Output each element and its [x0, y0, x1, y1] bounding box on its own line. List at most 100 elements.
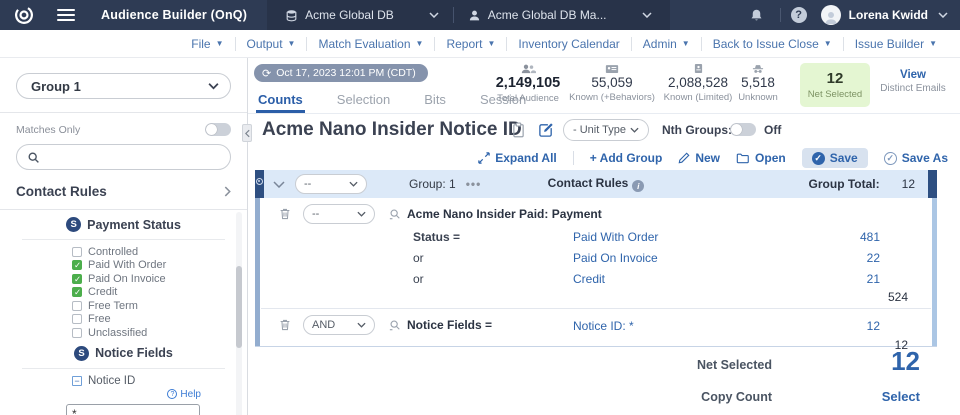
menu-admin[interactable]: Admin▼	[631, 37, 701, 51]
rule-operator-select[interactable]: --	[303, 204, 375, 224]
group-menu-dots[interactable]: •••	[466, 177, 482, 191]
tab-selection[interactable]: Selection	[335, 92, 392, 113]
sidebar-collapse-handle[interactable]	[242, 124, 252, 142]
topbar-right: ? Lorena Kwidd	[744, 5, 960, 25]
condition-row: or Credit 21	[255, 268, 937, 289]
matches-only-toggle[interactable]	[205, 123, 231, 136]
save-as-button[interactable]: ✓ Save As	[884, 151, 948, 165]
selection-s-badge-icon: S	[74, 346, 89, 361]
copy-clipboard-icon[interactable]	[512, 122, 525, 138]
main-content: ⟳ Oct 17, 2023 12:01 PM (CDT) Counts Sel…	[248, 58, 960, 415]
search-input[interactable]	[46, 150, 220, 164]
lookup-magnifier-icon[interactable]	[389, 319, 401, 331]
notice-id-field-toggle[interactable]: − Notice ID	[0, 372, 247, 387]
hamburger-menu-icon[interactable]	[57, 9, 75, 21]
condition-value-link[interactable]: Paid With Order	[573, 230, 658, 244]
checkbox-option-free-term[interactable]: Free Term	[72, 299, 247, 313]
pencil-icon	[678, 152, 690, 164]
database-selector[interactable]: Acme Global DB	[277, 8, 447, 22]
app-window: Audience Builder (OnQ) Acme Global DB Ac…	[0, 0, 960, 415]
tab-counts[interactable]: Counts	[256, 92, 305, 113]
condition-value-link[interactable]: Credit	[573, 272, 605, 286]
checkbox-option-controlled[interactable]: Controlled	[72, 245, 247, 259]
group-select[interactable]: Group 1	[16, 73, 231, 99]
notice-fields-section-header[interactable]: S Notice Fields	[0, 342, 247, 365]
database-icon	[285, 9, 298, 22]
dropdown-arrow-icon: ▼	[416, 39, 424, 48]
menu-back-to-issue-close[interactable]: Back to Issue Close▼	[701, 37, 843, 51]
chevron-left-icon	[245, 129, 250, 138]
chevron-down-icon	[642, 12, 652, 18]
count-timestamp-pill[interactable]: ⟳ Oct 17, 2023 12:01 PM (CDT)	[254, 64, 428, 82]
help-link[interactable]: ? Help	[167, 389, 201, 400]
checkbox-option-paid-on-invoice[interactable]: Paid On Invoice	[72, 272, 247, 286]
group-header: -- Group: 1 ••• Contact Rulesi Group Tot…	[255, 170, 937, 198]
unit-type-select[interactable]: - Unit Type	[563, 119, 649, 141]
copy-count-select-link[interactable]: Select	[882, 389, 920, 404]
checkbox[interactable]	[72, 274, 82, 284]
brand-logo-icon	[13, 4, 35, 26]
checkbox-option-credit[interactable]: Credit	[72, 286, 247, 300]
condition-value-link[interactable]: Notice ID: *	[573, 319, 634, 333]
help-icon[interactable]: ?	[791, 7, 807, 23]
campaign-selector[interactable]: Acme Global DB Ma...	[460, 8, 660, 22]
contact-rules-section[interactable]: Contact Rules	[0, 180, 247, 210]
lookup-magnifier-icon[interactable]	[389, 208, 401, 220]
menu-match-evaluation[interactable]: Match Evaluation▼	[306, 37, 434, 51]
condition-value-link[interactable]: Paid On Invoice	[573, 251, 658, 265]
chevron-down-icon	[630, 127, 639, 133]
net-selected-box: 12 Net Selected	[800, 63, 870, 107]
group-collapse-chevron-icon[interactable]	[273, 181, 285, 188]
menu-issue-builder[interactable]: Issue Builder▼	[843, 37, 948, 51]
checkbox[interactable]	[72, 247, 82, 257]
rule-name: Notice Fields =	[407, 318, 492, 332]
view-link[interactable]: View	[870, 69, 956, 81]
checkbox-option-paid-with-order[interactable]: Paid With Order	[72, 259, 247, 273]
checkbox[interactable]	[72, 287, 82, 297]
menu-output[interactable]: Output▼	[235, 37, 307, 51]
menu-report[interactable]: Report▼	[434, 37, 506, 51]
checkbox[interactable]	[72, 260, 82, 270]
new-button[interactable]: New	[678, 151, 720, 165]
check-circle-icon: ✓	[812, 152, 825, 165]
group-edge-strip	[928, 170, 937, 198]
info-icon[interactable]: i	[632, 180, 644, 192]
chevron-down-icon	[429, 12, 439, 18]
checkbox-option-free[interactable]: Free	[72, 313, 247, 327]
refresh-icon[interactable]: ⟳	[262, 67, 271, 80]
stat-unknown: 5,518 Unknown	[703, 63, 813, 103]
expand-all-button[interactable]: Expand All	[478, 151, 557, 165]
net-selected-label: Net Selected	[697, 358, 772, 372]
open-button[interactable]: Open	[736, 151, 786, 165]
notice-id-input[interactable]: *	[66, 404, 200, 415]
checkbox[interactable]	[72, 314, 82, 324]
menu-inventory-calendar[interactable]: Inventory Calendar	[506, 37, 630, 51]
checkbox[interactable]	[72, 301, 82, 311]
user-avatar[interactable]	[821, 5, 841, 25]
save-button[interactable]: ✓ Save	[802, 148, 868, 168]
rule-operator-select[interactable]: AND	[303, 315, 375, 335]
menu-bar: File▼ Output▼ Match Evaluation▼ Report▼ …	[0, 30, 960, 58]
menu-file[interactable]: File▼	[180, 37, 234, 51]
selection-s-badge-icon: S	[66, 217, 81, 232]
nth-groups-toggle[interactable]	[730, 123, 756, 136]
chevron-down-icon	[357, 211, 366, 217]
group-select-value: Group 1	[31, 79, 81, 94]
tab-bits[interactable]: Bits	[422, 92, 448, 113]
checkbox-option-unclassified[interactable]: Unclassified	[72, 326, 247, 340]
chevron-down-icon	[208, 83, 219, 90]
edit-icon[interactable]	[538, 122, 554, 138]
collapse-minus-icon[interactable]: −	[72, 376, 82, 386]
checkbox[interactable]	[72, 328, 82, 338]
dropdown-arrow-icon: ▼	[824, 39, 832, 48]
user-name[interactable]: Lorena Kwidd	[849, 8, 928, 22]
add-group-button[interactable]: + Add Group	[590, 151, 663, 165]
delete-rule-icon[interactable]	[277, 207, 293, 221]
chevron-right-icon	[224, 186, 231, 197]
scrollbar-thumb[interactable]	[236, 266, 242, 348]
payment-status-section-header[interactable]: S Payment Status	[0, 210, 247, 236]
sidebar-search[interactable]	[16, 144, 231, 170]
group-operator-select[interactable]: --	[295, 174, 367, 194]
delete-rule-icon[interactable]	[277, 318, 293, 332]
notifications-bell-icon[interactable]	[744, 8, 770, 23]
